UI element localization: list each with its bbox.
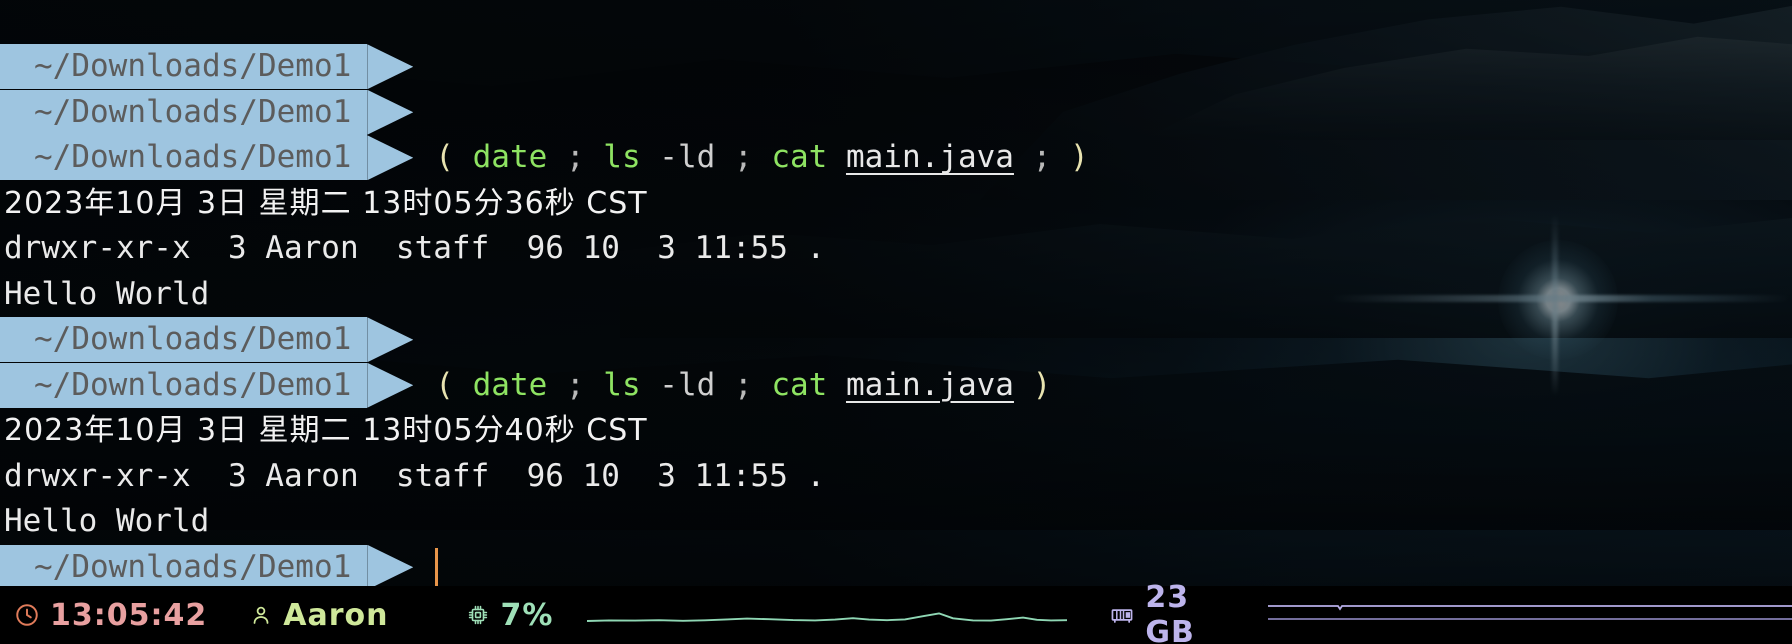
terminal-output-line: 2023年10月 3日 星期二 13时05分40秒 CST [4,413,648,448]
prompt-segment: ~/Downloads/Demo1 [0,89,414,135]
prompt-path: ~/Downloads/Demo1 [0,362,368,408]
cpu-chip-icon [466,603,490,627]
command-token-cmd: ls [603,139,641,175]
memory-value: 23 GB [1145,580,1195,644]
user-icon [249,603,273,627]
prompt-chevron-icon [367,89,414,135]
terminal-output-line: Hello World [4,503,210,539]
command-token-semi: ; [565,139,585,175]
prompt-segment: ~/Downloads/Demo1 [0,362,414,408]
command-token-cmd: cat [771,139,828,175]
memory-sparkline [1268,594,1792,636]
terminal-command-line[interactable]: ( date ; ls -ld ; cat main.java ) [413,363,1051,409]
prompt-segment: ~/Downloads/Demo1 [0,317,414,363]
prompt-chevron-icon [367,362,414,408]
prompt-segment: ~/Downloads/Demo1 [0,135,414,181]
prompt-segment: ~/Downloads/Demo1 [0,44,414,90]
prompt-path: ~/Downloads/Demo1 [0,317,368,363]
prompt-chevron-icon [367,544,414,590]
prompt-segment: ~/Downloads/Demo1 [0,544,414,590]
command-token-paren: ( [435,366,454,403]
command-token-semi: ; [1032,139,1052,175]
command-token-cmd: cat [771,366,828,403]
command-token-file: main.java [845,139,1014,175]
text-cursor [435,548,439,587]
command-token-file: main.java [845,366,1014,403]
clock-icon [14,602,40,628]
terminal-output-line: Hello World [4,275,210,312]
command-token-paren: ) [1032,366,1052,403]
command-token-paren: ) [1069,139,1089,175]
prompt-path: ~/Downloads/Demo1 [0,89,368,135]
terminal-window: ~/Downloads/Demo1 ~/Downloads/Demo1 ~/Down… [0,0,1792,644]
status-cpu[interactable]: 7% [388,586,1068,644]
command-token-semi: ; [733,366,753,403]
prompt-path: ~/Downloads/Demo1 [0,135,368,181]
command-token-semi: ; [733,139,753,175]
prompt-path: ~/Downloads/Demo1 [0,544,368,590]
prompt-chevron-icon [367,135,414,181]
prompt-path: ~/Downloads/Demo1 [0,44,368,90]
status-user[interactable]: Aaron [207,586,388,644]
prompt-chevron-icon [367,317,414,363]
status-bar: 13:05:42 Aaron 7% 23 GB [0,580,1792,644]
cpu-sparkline [587,594,1068,636]
command-token-semi: ; [565,366,585,403]
terminal-command-line[interactable]: ( date ; ls -ld ; cat main.java ; ) [413,135,1088,181]
memory-ram-icon [1109,602,1135,628]
command-token-cmd: date [472,139,548,175]
prompt-chevron-icon [367,44,414,90]
status-clock[interactable]: 13:05:42 [0,586,207,644]
status-memory[interactable]: 23 GB [1067,580,1792,644]
command-token-cmd: date [472,366,548,403]
terminal-output-line: 2023年10月 3日 星期二 13时05分36秒 CST [4,185,648,221]
clock-value: 13:05:42 [50,597,208,633]
command-token-paren: ( [435,139,454,175]
cpu-value: 7% [500,597,554,633]
terminal-output-line: drwxr-xr-x 3 Aaron staff 96 10 3 11:55 . [4,457,826,494]
user-value: Aaron [283,597,389,633]
command-token-arg: -ld [659,139,716,175]
command-token-arg: -ld [659,366,716,403]
terminal-scrollback[interactable]: ~/Downloads/Demo1 ~/Downloads/Demo1 ~/Down… [0,0,1792,644]
terminal-output-line: drwxr-xr-x 3 Aaron staff 96 10 3 11:55 . [4,230,826,266]
command-token-cmd: ls [603,366,641,403]
